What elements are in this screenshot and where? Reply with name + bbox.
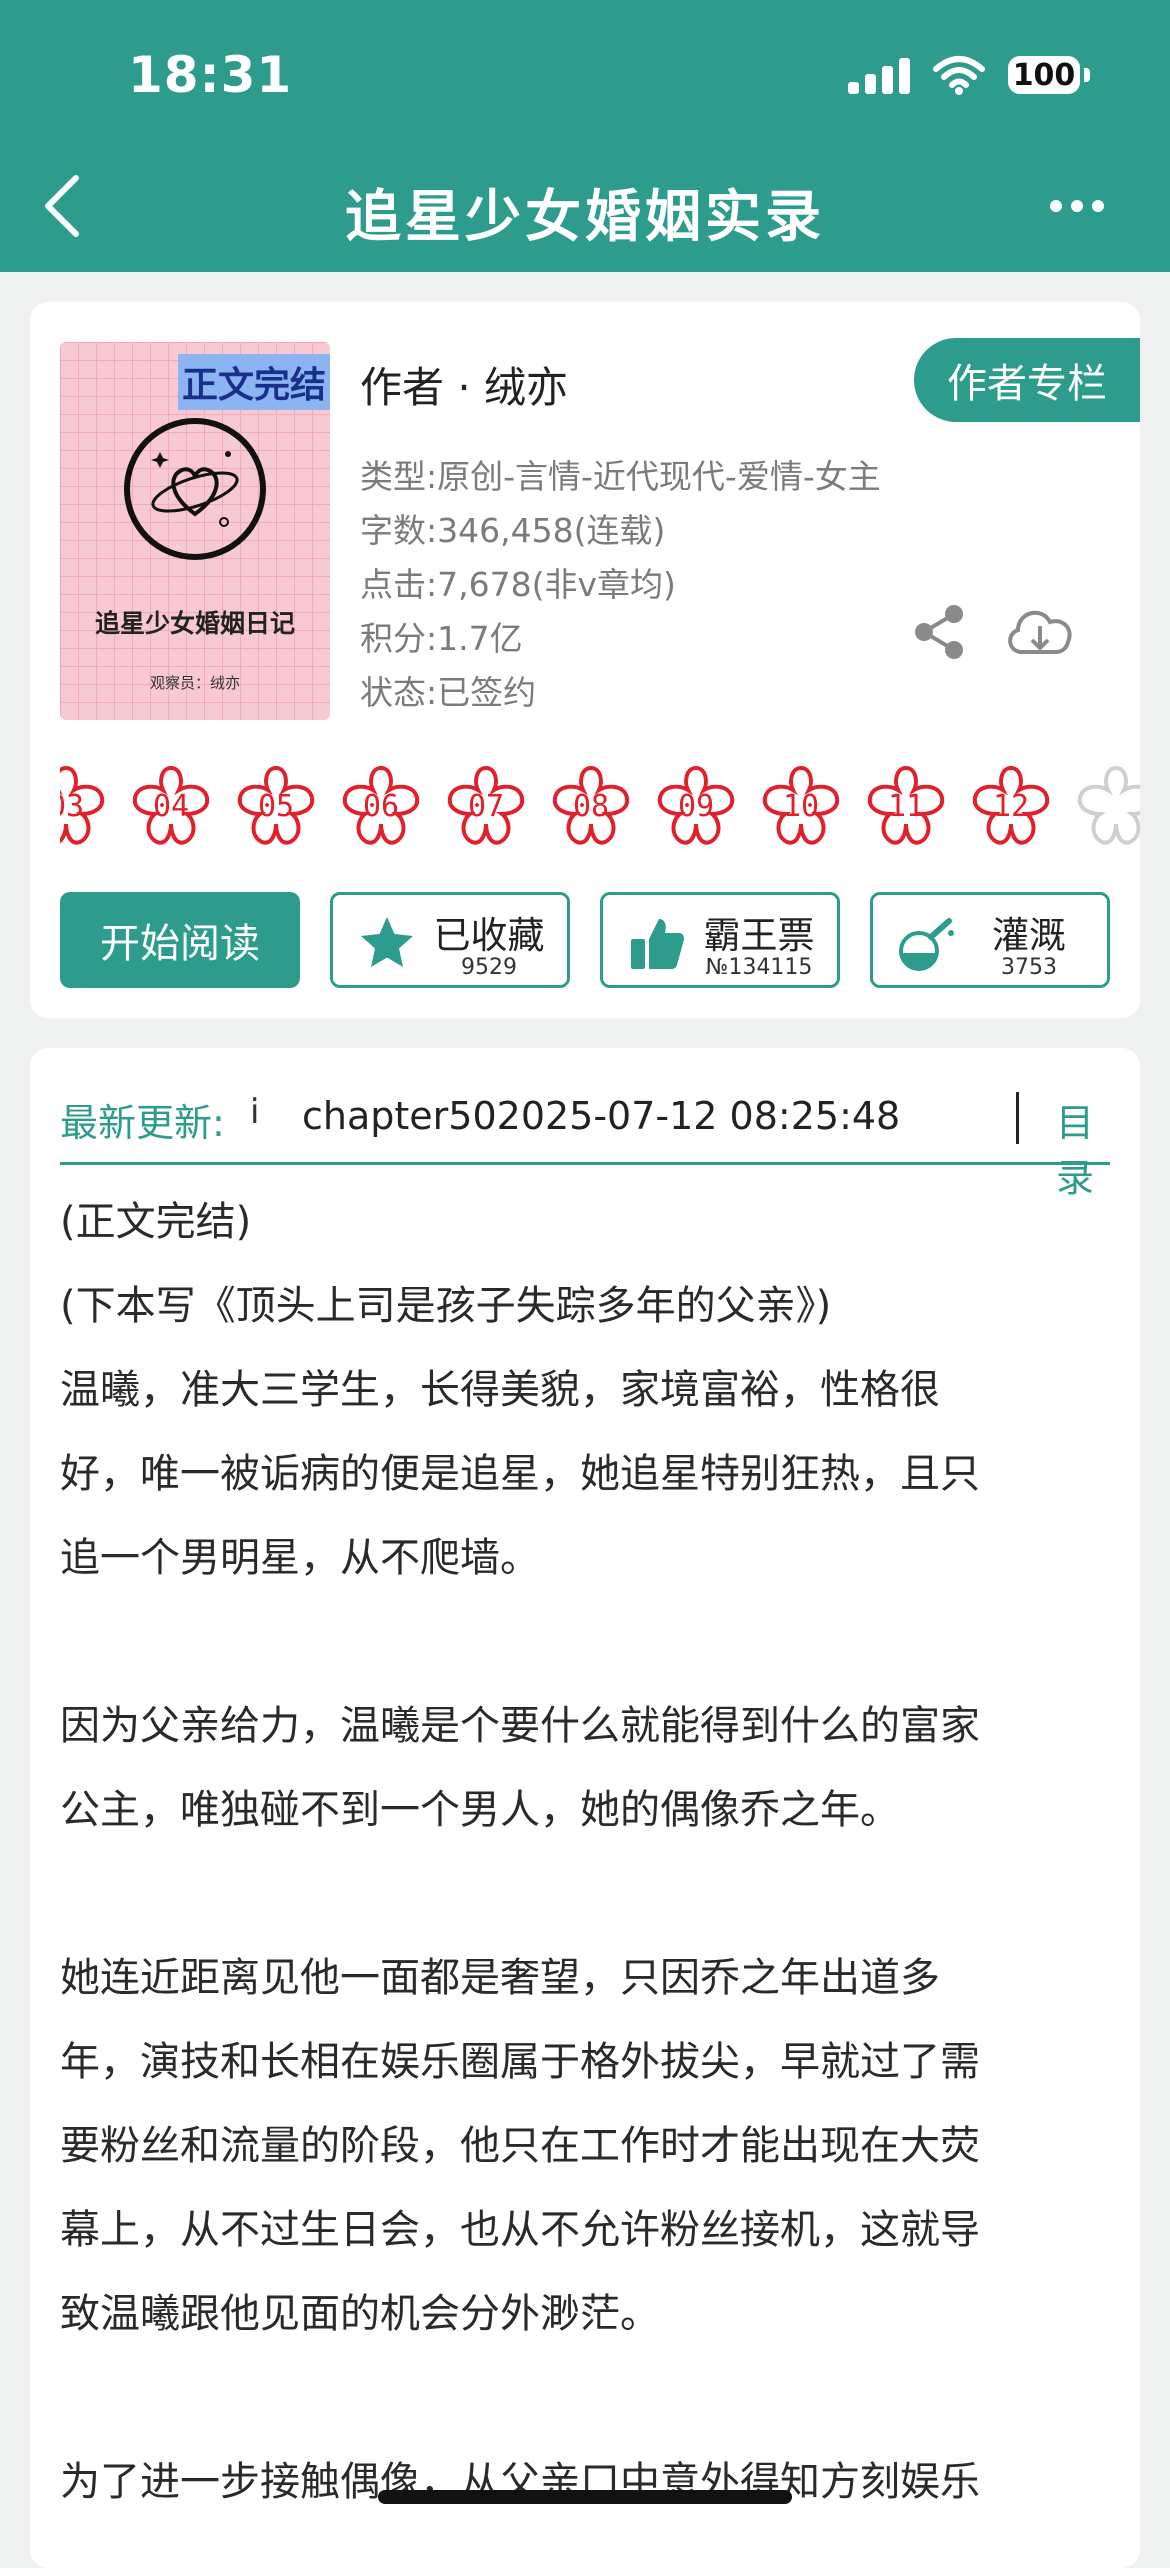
- chapter-badge-strip[interactable]: 03 04 05 06 07 08 09 10: [60, 758, 1140, 854]
- chapter-badge-number: 05: [257, 788, 295, 824]
- latest-update-value[interactable]: chapter502025-07-12 08:25:48: [302, 1094, 900, 1138]
- more-dot: [1071, 200, 1083, 212]
- chapter-badge-number: 08: [572, 788, 610, 824]
- chapter-badge-number: 09: [677, 788, 715, 824]
- synopsis-line: 公主，唯独碰不到一个男人，她的偶像乔之年。: [60, 1787, 900, 1833]
- info-clicks: 点击:7,678(非v章均): [360, 565, 676, 604]
- info-genre: 类型:原创-言情-近代现代-爱情-女主: [360, 457, 881, 496]
- synopsis-card: 最新更新: i̇ chapter502025-07-12 08:25:48 目录…: [30, 1048, 1140, 2568]
- synopsis-line: 年，演技和长相在娱乐圈属于格外拔尖，早就过了需: [60, 2039, 980, 2085]
- synopsis-line: 要粉丝和流量的阶段，他只在工作时才能出现在大荧: [60, 2123, 980, 2169]
- info-status: 状态:已签约: [360, 673, 537, 712]
- section-divider: [60, 1162, 1110, 1165]
- chapter-badge-number: 06: [362, 788, 400, 824]
- bookmark-button[interactable]: 已收藏 9529: [330, 892, 570, 988]
- synopsis-gap: [60, 1600, 1120, 1684]
- star-icon: [361, 917, 413, 967]
- bookmark-label: 已收藏: [433, 914, 545, 957]
- toc-divider: [1016, 1092, 1019, 1144]
- status-time: 18:31: [128, 46, 293, 104]
- wifi-icon: [933, 56, 985, 95]
- chapter-badge[interactable]: 12: [963, 758, 1059, 854]
- more-dot: [1092, 200, 1104, 212]
- irrigate-count: 3753: [1001, 955, 1057, 980]
- page-title: 追星少女婚姻实录: [345, 185, 825, 250]
- irrigate-label: 灌溉: [992, 914, 1066, 957]
- synopsis-line: (正文完结): [60, 1199, 252, 1245]
- author-column-button[interactable]: 作者专栏: [914, 338, 1140, 422]
- chapter-badge-number: 04: [152, 788, 190, 824]
- book-info-card: 正文完结 追星少女婚姻日记 观察员：绒亦 作者 · 绒亦 作者专栏 类型:原创-…: [30, 302, 1140, 1018]
- chapter-badge-number: 07: [467, 788, 505, 824]
- synopsis-text: (正文完结) (下本写《顶头上司是孩子失踪多年的父亲》) 温曦，准大三学生，长得…: [60, 1180, 1120, 2524]
- synopsis-gap: [60, 2356, 1120, 2440]
- overlord-ticket-label: 霸王票: [703, 914, 815, 957]
- app-header: 18:31 100 追星少女婚姻实录: [0, 0, 1170, 272]
- latest-update-glyph: i̇: [250, 1092, 260, 1132]
- more-dot: [1050, 200, 1062, 212]
- author-name[interactable]: 作者 · 绒亦: [360, 354, 568, 415]
- synopsis-line: 因为父亲给力，温曦是个要什么就能得到什么的富家: [60, 1703, 980, 1749]
- heart-planet-icon: [124, 418, 266, 560]
- synopsis-line: 追一个男明星，从不爬墙。: [60, 1535, 540, 1581]
- more-menu-button[interactable]: [1050, 200, 1104, 212]
- synopsis-line: 为了进一步接触偶像，从父亲口中意外得知方刻娱乐: [60, 2459, 980, 2505]
- chapter-badge[interactable]: 11: [858, 758, 954, 854]
- overlord-ticket-button[interactable]: 霸王票 №134115: [600, 892, 840, 988]
- latest-update-label: 最新更新:: [60, 1101, 225, 1145]
- download-icon[interactable]: [1002, 598, 1078, 664]
- chapter-badge[interactable]: 09: [648, 758, 744, 854]
- chapter-badge[interactable]: 04: [123, 758, 219, 854]
- book-cover[interactable]: 正文完结 追星少女婚姻日记 观察员：绒亦: [60, 342, 330, 720]
- chapter-badge-number: 11: [887, 788, 925, 824]
- chapter-badge[interactable]: 06: [333, 758, 429, 854]
- cover-subtitle: 观察员：绒亦: [149, 674, 240, 692]
- chapter-badge[interactable]: 03: [60, 758, 114, 854]
- cover-status-tag: 正文完结: [177, 354, 330, 410]
- synopsis-line: 好，唯一被诟病的便是追星，她追星特别狂热，且只: [60, 1451, 980, 1497]
- synopsis-line: 她连近距离见他一面都是奢望，只因乔之年出道多: [60, 1955, 940, 2001]
- info-word-count: 字数:346,458(连载): [360, 511, 666, 550]
- share-icon[interactable]: [910, 602, 970, 662]
- flask-icon: [899, 918, 954, 971]
- battery-tip: [1084, 68, 1090, 82]
- info-points: 积分:1.7亿: [360, 619, 523, 658]
- synopsis-line: 致温曦跟他见面的机会分外渺茫。: [60, 2291, 660, 2337]
- cover-title: 追星少女婚姻日记: [94, 609, 295, 638]
- chapter-badge-partial[interactable]: [1068, 758, 1140, 854]
- bookmark-count: 9529: [461, 955, 517, 980]
- flower-badge-faded-icon: [1077, 765, 1140, 845]
- latest-update-row[interactable]: 最新更新: i̇ chapter502025-07-12 08:25:48 目录: [60, 1078, 1110, 1200]
- home-indicator[interactable]: [378, 2490, 792, 2504]
- chapter-badge-number: 12: [992, 788, 1030, 824]
- chapter-badge[interactable]: 10: [753, 758, 849, 854]
- chapter-badge[interactable]: 07: [438, 758, 534, 854]
- chapter-badge[interactable]: 08: [543, 758, 639, 854]
- thumbs-up-icon: [631, 919, 684, 969]
- chapter-badge[interactable]: 05: [228, 758, 324, 854]
- synopsis-line: 温曦，准大三学生，长得美貌，家境富裕，性格很: [60, 1367, 940, 1413]
- signal-icon: [848, 56, 910, 94]
- chapter-badge-number: 03: [60, 788, 85, 824]
- chapter-badge-number: 10: [782, 788, 820, 824]
- battery-level: 100: [1008, 56, 1080, 94]
- synopsis-line: 幕上，从不过生日会，也从不允许粉丝接机，这就导: [60, 2207, 980, 2253]
- overlord-ticket-count: №134115: [705, 955, 813, 980]
- start-reading-button[interactable]: 开始阅读: [60, 892, 300, 988]
- status-icons: 100: [848, 50, 1090, 100]
- synopsis-gap: [60, 1852, 1120, 1936]
- synopsis-line: (下本写《顶头上司是孩子失踪多年的父亲》): [60, 1283, 832, 1329]
- irrigate-button[interactable]: 灌溉 3753: [870, 892, 1110, 988]
